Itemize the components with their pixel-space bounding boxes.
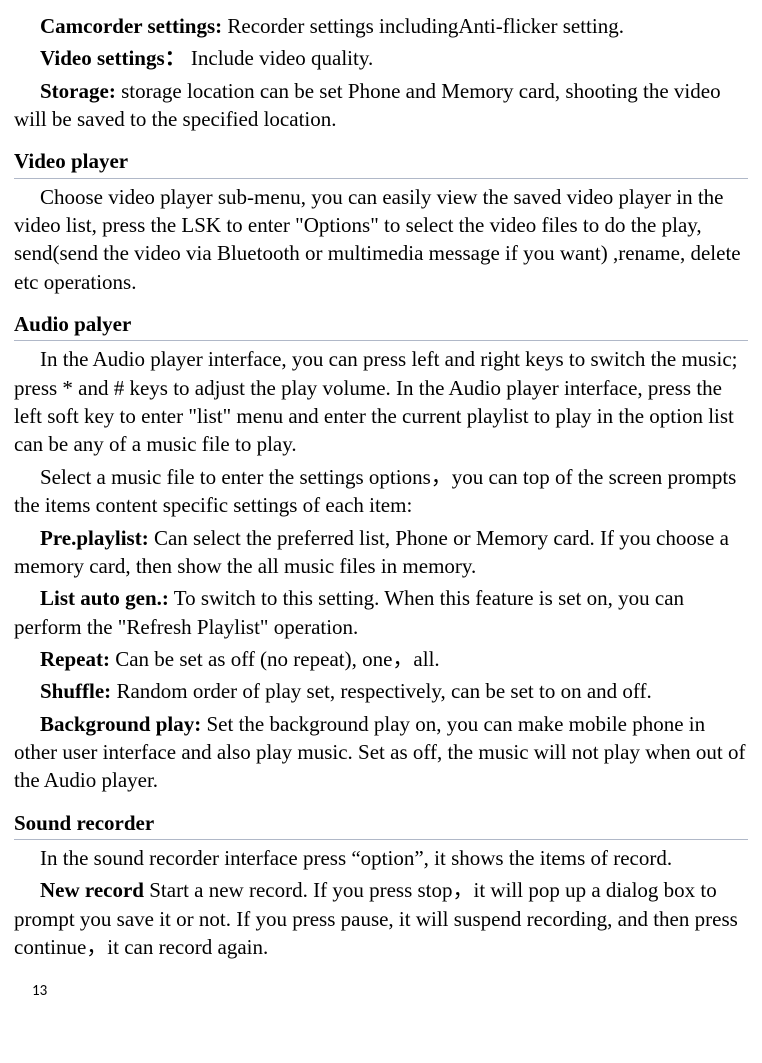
repeat-label: Repeat: bbox=[40, 647, 110, 671]
video-settings-para: Video settings： Include video quality. bbox=[14, 44, 748, 72]
sound-recorder-paragraph: In the sound recorder interface press “o… bbox=[14, 844, 748, 872]
camcorder-settings-text: Recorder settings includingAnti-flicker … bbox=[222, 14, 624, 38]
storage-text: storage location can be set Phone and Me… bbox=[14, 79, 721, 131]
camcorder-settings-label: Camcorder settings: bbox=[40, 14, 222, 38]
shuffle-label: Shuffle: bbox=[40, 679, 111, 703]
video-settings-text: Include video quality. bbox=[186, 46, 374, 70]
camcorder-settings-para: Camcorder settings: Recorder settings in… bbox=[14, 12, 748, 40]
audio-player-paragraph-2: Select a music file to enter the setting… bbox=[14, 463, 748, 520]
shuffle-text: Random order of play set, respectively, … bbox=[111, 679, 652, 703]
audio-player-paragraph-1: In the Audio player interface, you can p… bbox=[14, 345, 748, 458]
background-play-para: Background play: Set the background play… bbox=[14, 710, 748, 795]
sound-recorder-heading: Sound recorder bbox=[14, 809, 748, 840]
page-number: 13 bbox=[14, 981, 748, 1001]
video-player-heading: Video player bbox=[14, 147, 748, 178]
new-record-para: New record Start a new record. If you pr… bbox=[14, 876, 748, 961]
shuffle-para: Shuffle: Random order of play set, respe… bbox=[14, 677, 748, 705]
list-auto-gen-para: List auto gen.: To switch to this settin… bbox=[14, 584, 748, 641]
storage-para: Storage: storage location can be set Pho… bbox=[14, 77, 748, 134]
list-auto-gen-label: List auto gen.: bbox=[40, 586, 169, 610]
new-record-label: New record bbox=[40, 878, 144, 902]
storage-label: Storage: bbox=[40, 79, 116, 103]
audio-player-heading: Audio palyer bbox=[14, 310, 748, 341]
video-settings-label: Video settings： bbox=[40, 46, 186, 70]
repeat-text: Can be set as off (no repeat), one，all. bbox=[110, 647, 440, 671]
background-play-label: Background play: bbox=[40, 712, 201, 736]
document-page: Camcorder settings: Recorder settings in… bbox=[0, 0, 762, 1010]
pre-playlist-label: Pre.playlist: bbox=[40, 526, 149, 550]
repeat-para: Repeat: Can be set as off (no repeat), o… bbox=[14, 645, 748, 673]
pre-playlist-para: Pre.playlist: Can select the preferred l… bbox=[14, 524, 748, 581]
video-player-paragraph: Choose video player sub-menu, you can ea… bbox=[14, 183, 748, 296]
